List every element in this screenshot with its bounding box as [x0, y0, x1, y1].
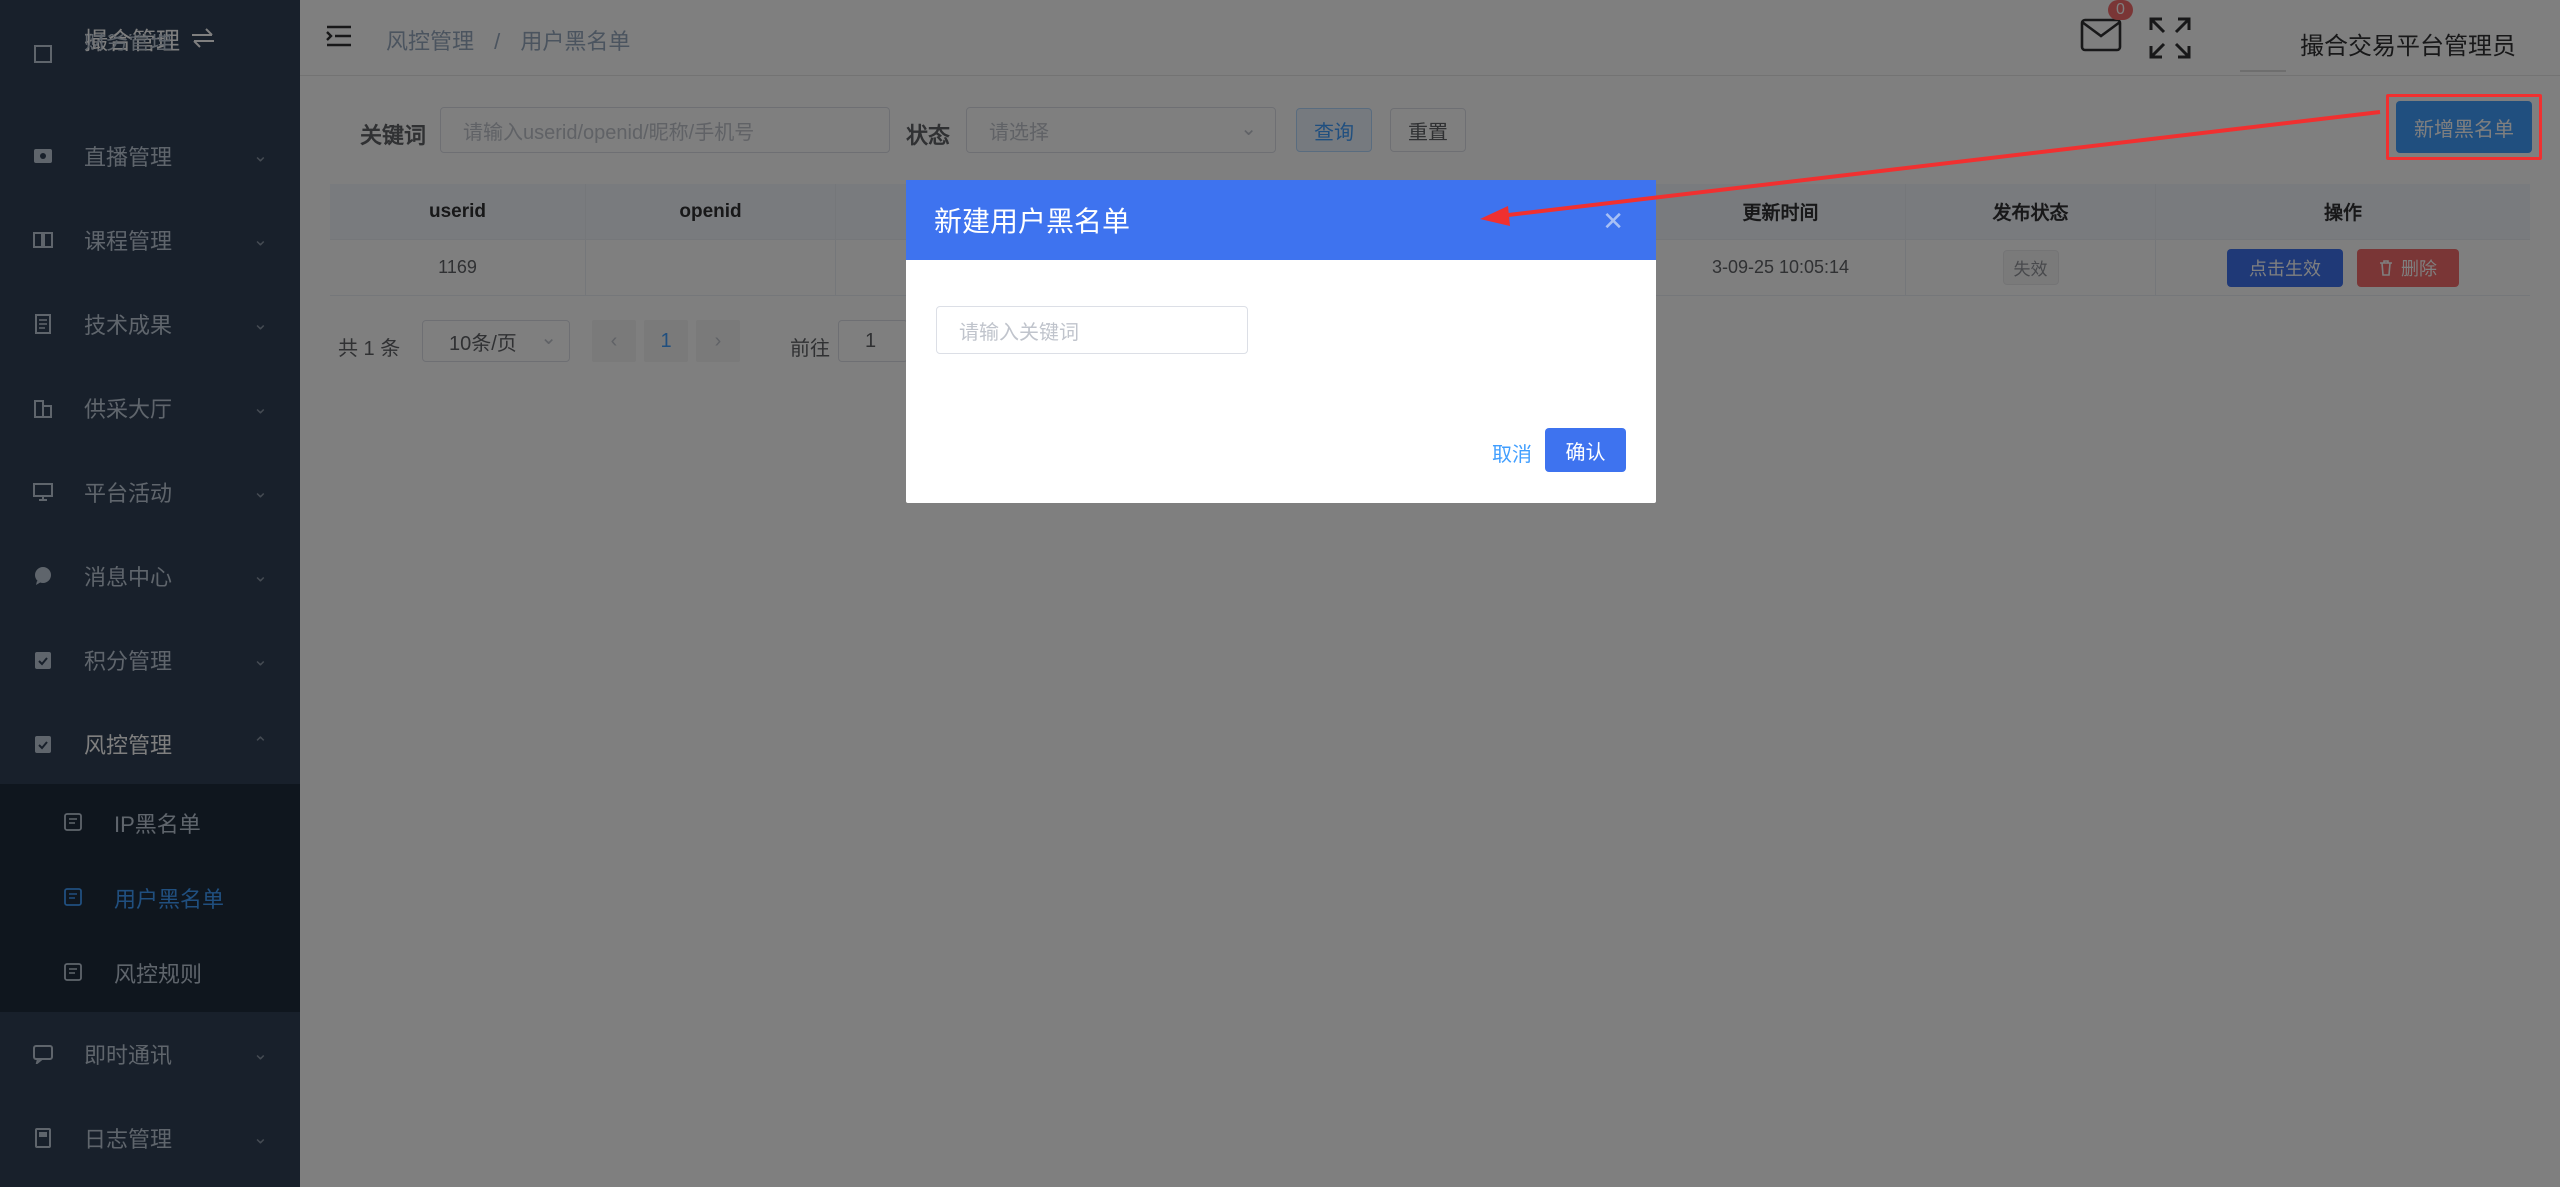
- annotation-arrow: [1480, 110, 2381, 226]
